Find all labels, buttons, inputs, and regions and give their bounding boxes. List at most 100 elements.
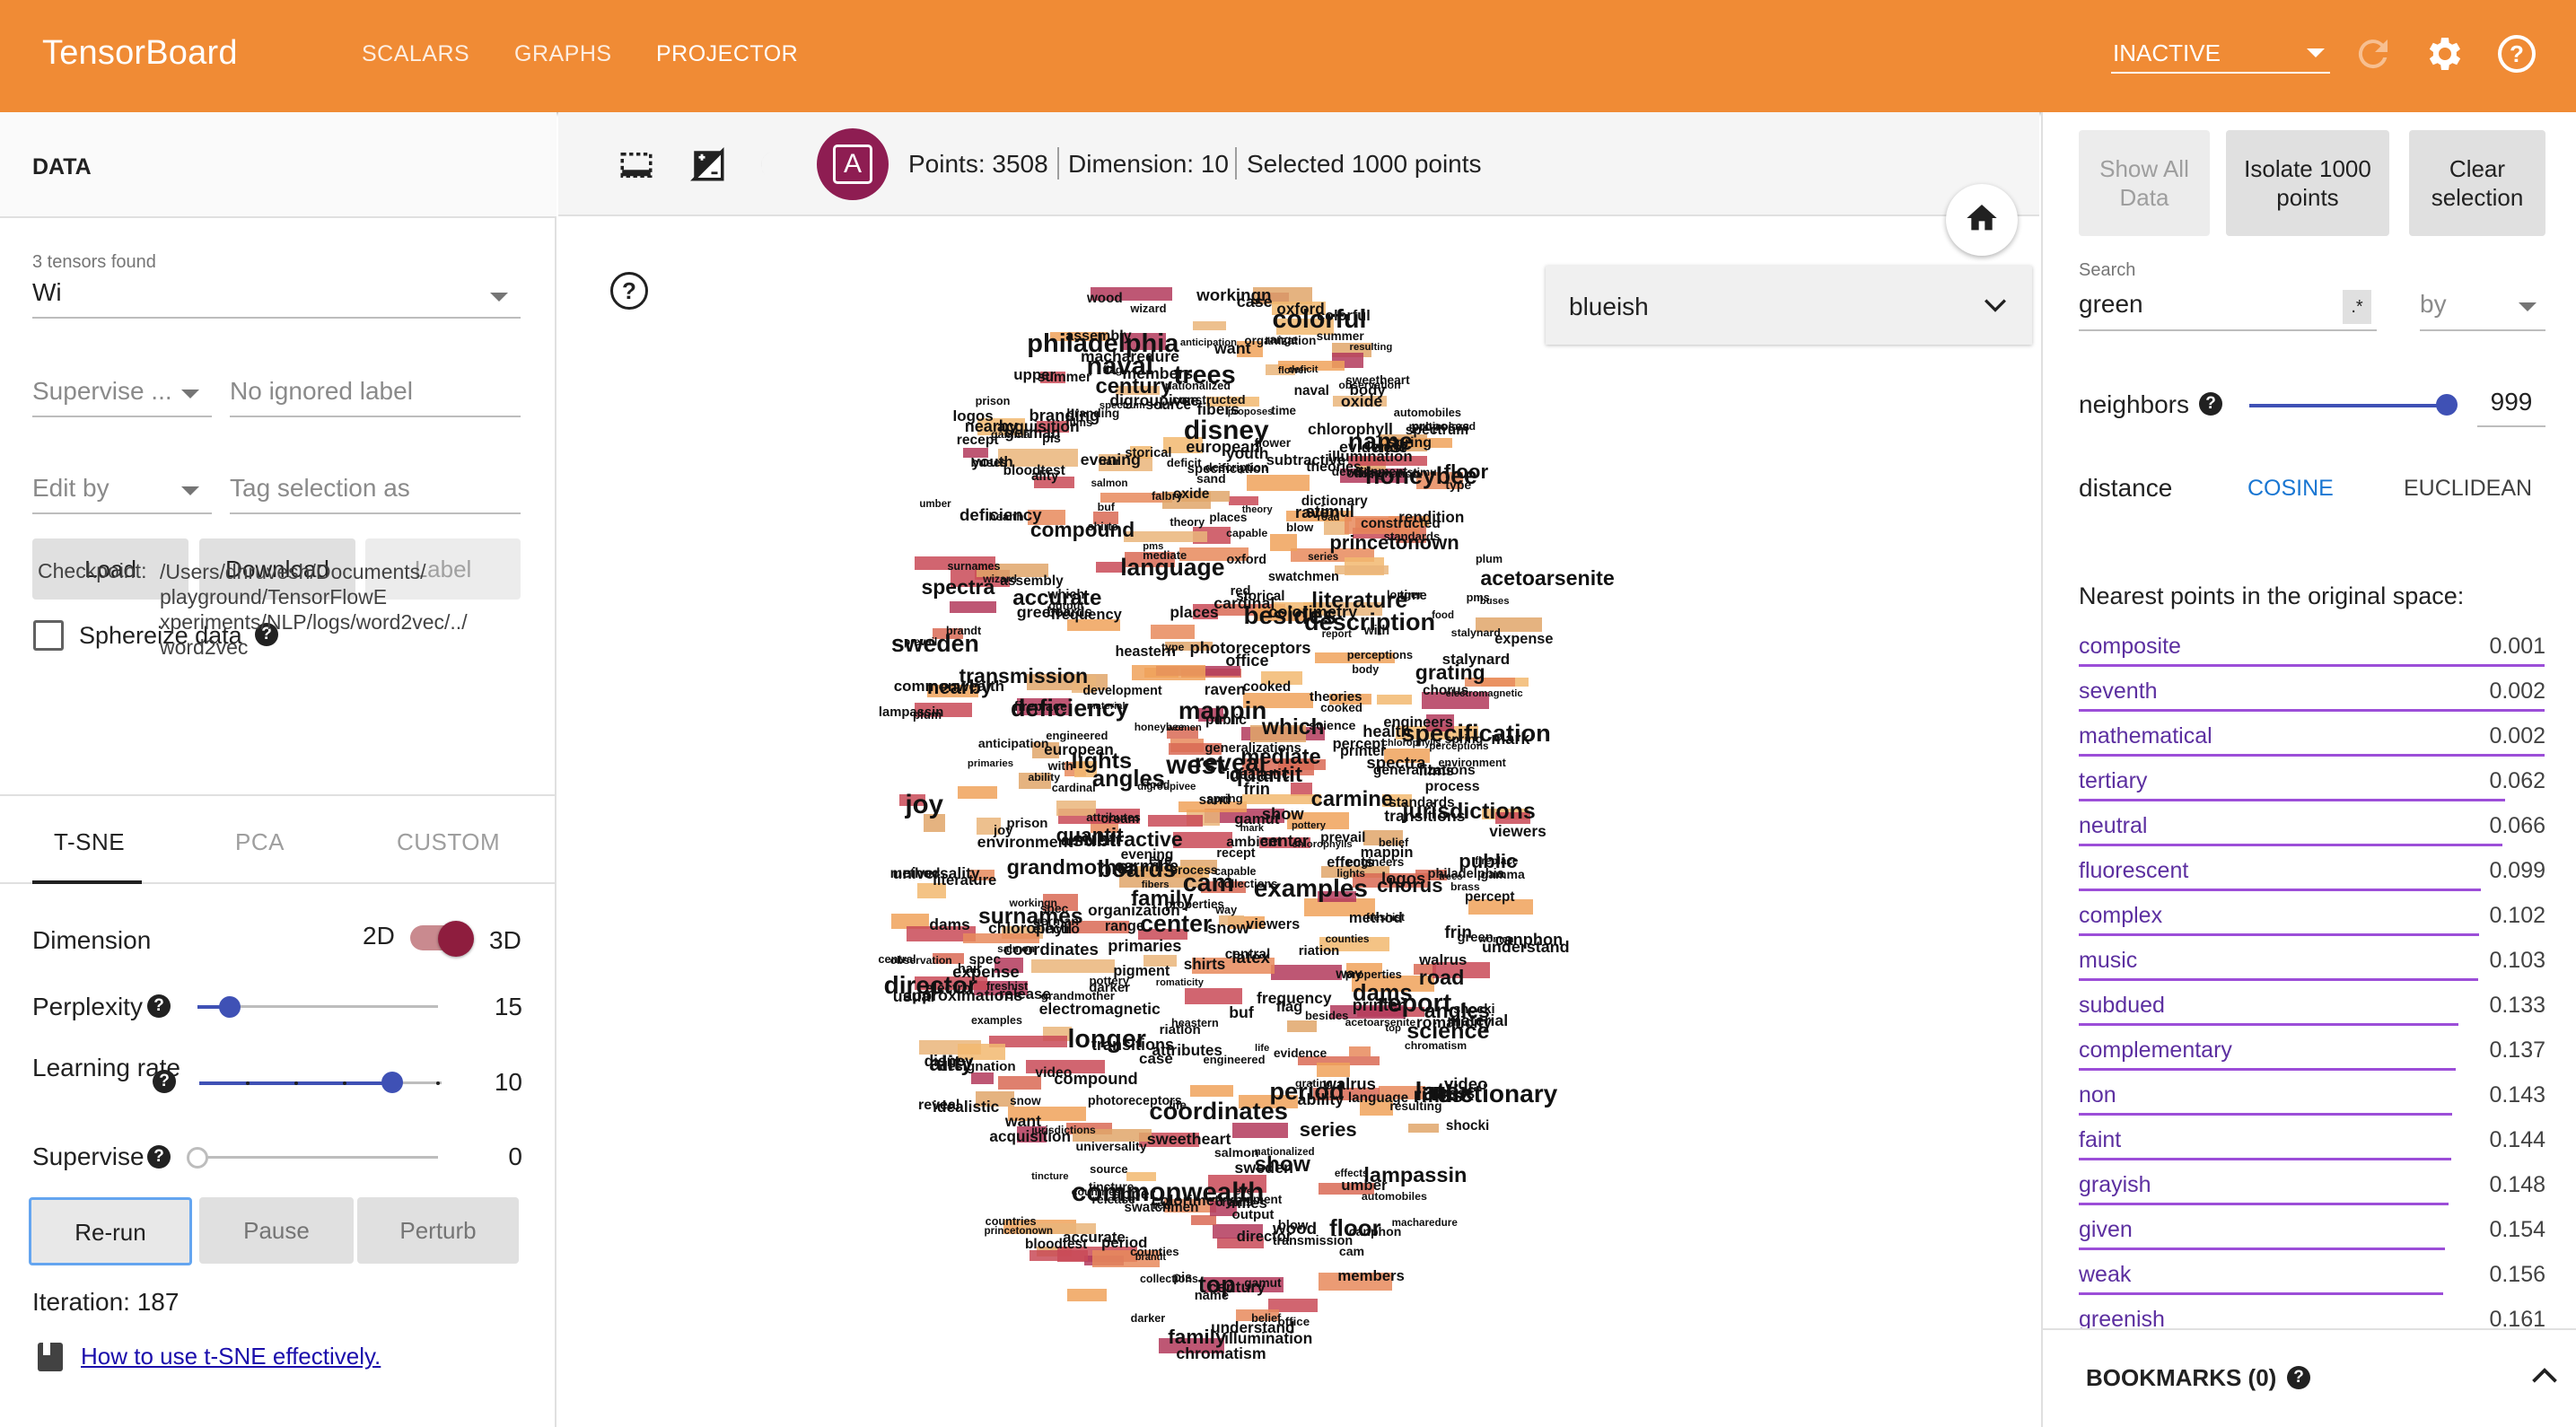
neighbor-row[interactable]: non 0.143: [2079, 1082, 2545, 1127]
point-label[interactable]: deficiency: [959, 507, 1042, 524]
point-label[interactable]: development: [1082, 685, 1161, 698]
point-label[interactable]: jurisdictions: [1031, 1125, 1096, 1135]
point-label[interactable]: range: [1265, 334, 1298, 346]
neighbor-word[interactable]: mathematical: [2079, 723, 2212, 749]
ignored-label-input[interactable]: No ignored label: [230, 377, 521, 417]
point-label[interactable]: capable: [1226, 527, 1267, 538]
point-label[interactable]: mark: [1491, 730, 1529, 747]
point-label[interactable]: engineered: [1046, 730, 1108, 742]
moon-icon[interactable]: [761, 146, 799, 184]
point-label[interactable]: falbry: [1152, 491, 1183, 503]
point-label[interactable]: buses: [1480, 596, 1510, 607]
point-label[interactable]: case: [1237, 293, 1273, 311]
point-label[interactable]: acquisition: [997, 418, 1080, 434]
point-label[interactable]: way: [1336, 967, 1362, 982]
point-label[interactable]: umber: [919, 500, 951, 511]
neighbor-word[interactable]: grayish: [2079, 1172, 2151, 1198]
neighbor-row[interactable]: grayish 0.148: [2079, 1172, 2545, 1217]
point-label[interactable]: road: [1419, 967, 1465, 988]
point-label[interactable]: resulting: [1350, 342, 1393, 353]
point-label[interactable]: freshist: [1366, 912, 1405, 924]
point-label[interactable]: raven: [1205, 682, 1246, 697]
point-label[interactable]: series: [1300, 1120, 1357, 1140]
neighbor-row[interactable]: faint 0.144: [2079, 1127, 2545, 1172]
tsne-help-link[interactable]: How to use t-SNE effectively.: [81, 1342, 381, 1370]
neighbor-row[interactable]: seventh 0.002: [2079, 678, 2545, 723]
point-label[interactable]: colorimetry: [1152, 1194, 1233, 1209]
point-label[interactable]: romaticity: [1156, 977, 1204, 988]
point-label[interactable]: idealistic: [1226, 766, 1290, 783]
neighbor-word[interactable]: weak: [2079, 1262, 2131, 1288]
point-label[interactable]: universality: [1075, 1141, 1146, 1154]
isolate-points-button[interactable]: Isolate 1000 points: [2226, 130, 2389, 236]
point-label[interactable]: belief: [1251, 1312, 1281, 1325]
neighbor-word[interactable]: non: [2079, 1082, 2116, 1108]
point-label[interactable]: grating: [1415, 662, 1485, 683]
supervise-slider-thumb[interactable]: [187, 1147, 208, 1169]
point-label[interactable]: oxford: [1226, 554, 1266, 567]
point-label[interactable]: wizard: [983, 573, 1017, 584]
neighbor-row[interactable]: subdued 0.133: [2079, 993, 2545, 1037]
point-label[interactable]: tincture: [1089, 1181, 1134, 1194]
point-label[interactable]: case: [1139, 1051, 1173, 1066]
point-label[interactable]: buses: [971, 456, 1008, 469]
neighbors-slider[interactable]: [2249, 404, 2449, 407]
point-label[interactable]: blow: [1286, 521, 1313, 534]
distance-euclidean-option[interactable]: EUCLIDEAN: [2404, 474, 2532, 503]
point-label[interactable]: buf: [1229, 1004, 1254, 1021]
point-label[interactable]: science: [1309, 719, 1355, 731]
point-label[interactable]: stimul: [1305, 503, 1354, 521]
distance-cosine-option[interactable]: COSINE: [2247, 474, 2334, 503]
point-label[interactable]: frin: [1243, 780, 1270, 797]
point-label[interactable]: joy: [906, 791, 943, 818]
point-label[interactable]: source: [1145, 398, 1191, 412]
point-label[interactable]: office: [1278, 1316, 1310, 1328]
point-label[interactable]: collections: [1218, 878, 1278, 890]
label-toggle-avatar[interactable]: A: [817, 128, 889, 200]
point-label[interactable]: flower: [1255, 437, 1292, 450]
point-label[interactable]: german: [1033, 915, 1079, 928]
color-by-select[interactable]: blueish: [1546, 266, 2032, 345]
point-label[interactable]: darker: [1131, 1313, 1166, 1325]
point-label[interactable]: shirts: [1184, 957, 1226, 972]
point-label[interactable]: counties: [1326, 933, 1370, 945]
point-label[interactable]: effects: [1327, 854, 1373, 870]
point-label[interactable]: time: [1271, 405, 1296, 417]
point-label[interactable]: freshist: [986, 980, 1028, 993]
point-label[interactable]: primaries: [1108, 937, 1181, 954]
point-label[interactable]: bloodtest: [1003, 464, 1065, 478]
point-label[interactable]: designation: [940, 1060, 1016, 1073]
point-label[interactable]: bloodtest: [1025, 1237, 1087, 1251]
point-label[interactable]: grandmother: [1041, 989, 1115, 1002]
point-label[interactable]: pottery: [1089, 975, 1129, 986]
point-label[interactable]: frin: [1444, 924, 1472, 941]
point-label[interactable]: viewers: [1246, 917, 1300, 932]
help-icon[interactable]: ?: [2495, 32, 2538, 75]
tab-scalars[interactable]: SCALARS: [362, 41, 469, 67]
point-label[interactable]: central: [1225, 947, 1271, 961]
point-label[interactable]: flag: [1276, 999, 1303, 1015]
point-label[interactable]: colorful: [1317, 309, 1371, 324]
point-label[interactable]: dams: [929, 916, 969, 932]
point-label[interactable]: shocki: [1453, 1003, 1495, 1017]
point-label[interactable]: surnames: [947, 561, 1000, 573]
point-label[interactable]: prison: [976, 396, 1011, 407]
point-label[interactable]: with: [1363, 625, 1389, 638]
point-label[interactable]: show: [1262, 805, 1304, 822]
point-label[interactable]: source: [1090, 1163, 1127, 1176]
learning-rate-slider-thumb[interactable]: [381, 1072, 403, 1093]
point-label[interactable]: besides: [1305, 1010, 1348, 1021]
neighbor-word[interactable]: seventh: [2079, 678, 2158, 705]
point-label[interactable]: type: [1161, 642, 1184, 653]
point-label[interactable]: video: [1035, 1066, 1072, 1081]
point-label[interactable]: hair: [1100, 456, 1120, 468]
point-label[interactable]: sweetheart: [1345, 374, 1410, 387]
neighbor-word[interactable]: neutral: [2079, 813, 2147, 839]
point-label[interactable]: theories: [1310, 690, 1362, 704]
point-label[interactable]: stimul: [1407, 466, 1441, 477]
point-label[interactable]: body: [1352, 664, 1379, 676]
point-label[interactable]: eye: [1149, 854, 1172, 868]
point-label[interactable]: which: [1047, 588, 1084, 601]
point-label[interactable]: snow: [1207, 919, 1249, 936]
home-button[interactable]: [1946, 184, 2018, 256]
